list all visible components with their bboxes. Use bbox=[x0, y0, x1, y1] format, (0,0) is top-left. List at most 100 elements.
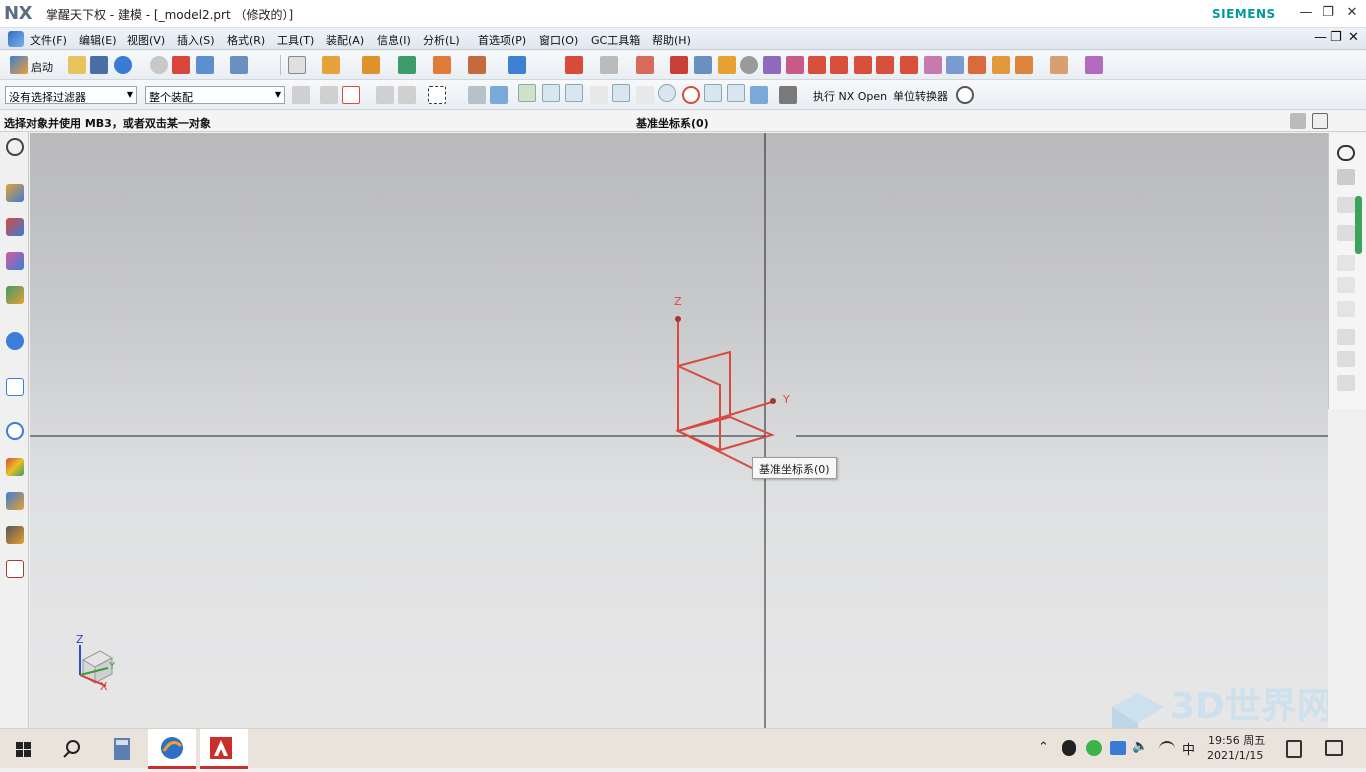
extrude-icon[interactable] bbox=[362, 56, 380, 74]
blend-icon[interactable] bbox=[718, 56, 736, 74]
snap-surface-icon[interactable] bbox=[750, 86, 768, 104]
snap-curve-icon[interactable] bbox=[590, 86, 608, 104]
snap-midpoint-icon[interactable] bbox=[542, 84, 560, 102]
block-icon[interactable] bbox=[508, 56, 526, 74]
menu-format[interactable]: 格式(R) bbox=[227, 32, 265, 48]
calendar-icon[interactable] bbox=[172, 56, 190, 74]
sketch-icon[interactable] bbox=[288, 56, 306, 74]
project-icon[interactable] bbox=[808, 56, 826, 74]
part-navigator-icon[interactable] bbox=[6, 252, 24, 270]
menu-edit[interactable]: 编辑(E) bbox=[79, 32, 117, 48]
menu-insert[interactable]: 插入(S) bbox=[177, 32, 215, 48]
nx-app-icon[interactable] bbox=[8, 31, 24, 47]
edit-tool-icon[interactable] bbox=[1337, 255, 1355, 271]
snap-line-icon[interactable] bbox=[565, 84, 583, 102]
search-button[interactable] bbox=[48, 729, 96, 769]
dimension-tool-icon[interactable] bbox=[1337, 225, 1355, 241]
notification-center-icon[interactable] bbox=[1325, 740, 1343, 756]
table-tool-icon[interactable] bbox=[1337, 277, 1355, 293]
redo-icon[interactable] bbox=[150, 56, 168, 74]
datum-csys[interactable] bbox=[675, 316, 776, 472]
nx-open-button[interactable]: 执行 NX Open bbox=[813, 88, 887, 104]
settings-icon[interactable] bbox=[6, 138, 24, 156]
spline-icon[interactable] bbox=[636, 56, 654, 74]
search-icon[interactable] bbox=[956, 86, 974, 104]
menu-preferences[interactable]: 首选项(P) bbox=[478, 32, 526, 48]
type-filter-dropdown[interactable]: 没有选择过滤器 ▼ bbox=[5, 86, 137, 104]
shaded-view-icon[interactable] bbox=[468, 86, 486, 104]
autocad-app[interactable] bbox=[200, 729, 248, 769]
surface-icon[interactable] bbox=[786, 56, 804, 74]
menu-gc-toolbox[interactable]: GC工具箱 bbox=[591, 32, 640, 48]
start-label[interactable]: 启动 bbox=[31, 59, 53, 75]
save-icon[interactable] bbox=[90, 56, 108, 74]
scatter-tool-icon[interactable] bbox=[1337, 351, 1355, 367]
menu-view[interactable]: 视图(V) bbox=[127, 32, 165, 48]
doc-minimize-button[interactable]: — bbox=[1314, 30, 1327, 45]
layout-tool-icon[interactable] bbox=[1337, 329, 1355, 345]
notes-icon[interactable] bbox=[1286, 740, 1302, 758]
clock-icon[interactable] bbox=[6, 422, 24, 440]
select-body-icon[interactable] bbox=[398, 86, 416, 104]
copy-display-icon[interactable] bbox=[230, 56, 248, 74]
trim-icon[interactable] bbox=[670, 56, 688, 74]
snap-quadrant-icon[interactable] bbox=[682, 86, 700, 104]
select-all-icon[interactable] bbox=[342, 86, 360, 104]
cube-icon[interactable] bbox=[196, 56, 214, 74]
window-icon[interactable] bbox=[1312, 113, 1328, 129]
menu-tools[interactable]: 工具(T) bbox=[277, 32, 314, 48]
sew-icon[interactable] bbox=[968, 56, 986, 74]
reuse-library-icon[interactable] bbox=[6, 286, 24, 304]
menu-window[interactable]: 窗口(O) bbox=[539, 32, 578, 48]
snap-intersection-icon[interactable] bbox=[636, 86, 654, 104]
cloud-sync-icon[interactable] bbox=[1110, 741, 1126, 755]
snap-arc-center-icon[interactable] bbox=[658, 84, 676, 102]
boolean-icon[interactable] bbox=[468, 56, 486, 74]
wechat-icon[interactable] bbox=[1086, 740, 1102, 756]
thicken-icon[interactable] bbox=[992, 56, 1010, 74]
snap-endpoint-icon[interactable] bbox=[518, 84, 536, 102]
snap-control-icon[interactable] bbox=[612, 84, 630, 102]
nx-app[interactable] bbox=[148, 729, 196, 769]
datum-icon[interactable] bbox=[398, 56, 416, 74]
curve-tool-icon[interactable] bbox=[1337, 145, 1355, 161]
restore-button[interactable]: ❐ bbox=[1318, 4, 1338, 22]
process-studio-icon[interactable] bbox=[6, 492, 24, 510]
studio-surface-icon[interactable] bbox=[924, 56, 942, 74]
ime-indicator[interactable]: 中 bbox=[1182, 739, 1195, 758]
graphics-window[interactable]: Z Y Z Y X 3D世界网 基准坐标系(0) bbox=[30, 133, 1328, 728]
manufacturing-wizard-icon[interactable] bbox=[6, 526, 24, 544]
chevron-up-icon[interactable]: ⌃ bbox=[1038, 740, 1049, 755]
close-button[interactable]: ✕ bbox=[1342, 4, 1362, 22]
clock-time[interactable]: 19:56 周五 bbox=[1208, 732, 1265, 748]
snap-existing-point-icon[interactable] bbox=[704, 84, 722, 102]
system-materials-icon[interactable] bbox=[6, 458, 24, 476]
doc-restore-button[interactable]: ❐ bbox=[1330, 30, 1342, 45]
roles-icon[interactable] bbox=[6, 560, 24, 578]
unit-converter-button[interactable]: 单位转换器 bbox=[893, 88, 948, 104]
angle-tool-icon[interactable] bbox=[1337, 197, 1355, 213]
shell-icon[interactable] bbox=[1015, 56, 1033, 74]
minimize-button[interactable]: — bbox=[1296, 4, 1316, 22]
palette-scrollbar[interactable] bbox=[1355, 196, 1362, 254]
menu-file[interactable]: 文件(F) bbox=[30, 32, 67, 48]
bridge-icon[interactable] bbox=[854, 56, 872, 74]
calculator-app[interactable] bbox=[98, 729, 146, 769]
assembly-navigator-icon[interactable] bbox=[6, 184, 24, 202]
wireframe-view-icon[interactable] bbox=[490, 86, 508, 104]
start-button[interactable] bbox=[0, 729, 48, 769]
menu-info[interactable]: 信息(I) bbox=[377, 32, 411, 48]
chamfer-icon[interactable] bbox=[1085, 56, 1103, 74]
hand-tool-icon[interactable] bbox=[1337, 375, 1355, 391]
join-curve-icon[interactable] bbox=[900, 56, 918, 74]
offset-icon[interactable] bbox=[763, 56, 781, 74]
book-icon[interactable] bbox=[322, 56, 340, 74]
fullscreen-icon[interactable] bbox=[1290, 113, 1306, 129]
general-select-icon[interactable] bbox=[320, 86, 338, 104]
select-feature-icon[interactable] bbox=[376, 86, 394, 104]
rectangle-select-icon[interactable] bbox=[428, 86, 446, 104]
constraint-navigator-icon[interactable] bbox=[6, 218, 24, 236]
undo-icon[interactable] bbox=[114, 56, 132, 74]
line-icon[interactable] bbox=[565, 56, 583, 74]
doc-close-button[interactable]: ✕ bbox=[1348, 30, 1359, 45]
